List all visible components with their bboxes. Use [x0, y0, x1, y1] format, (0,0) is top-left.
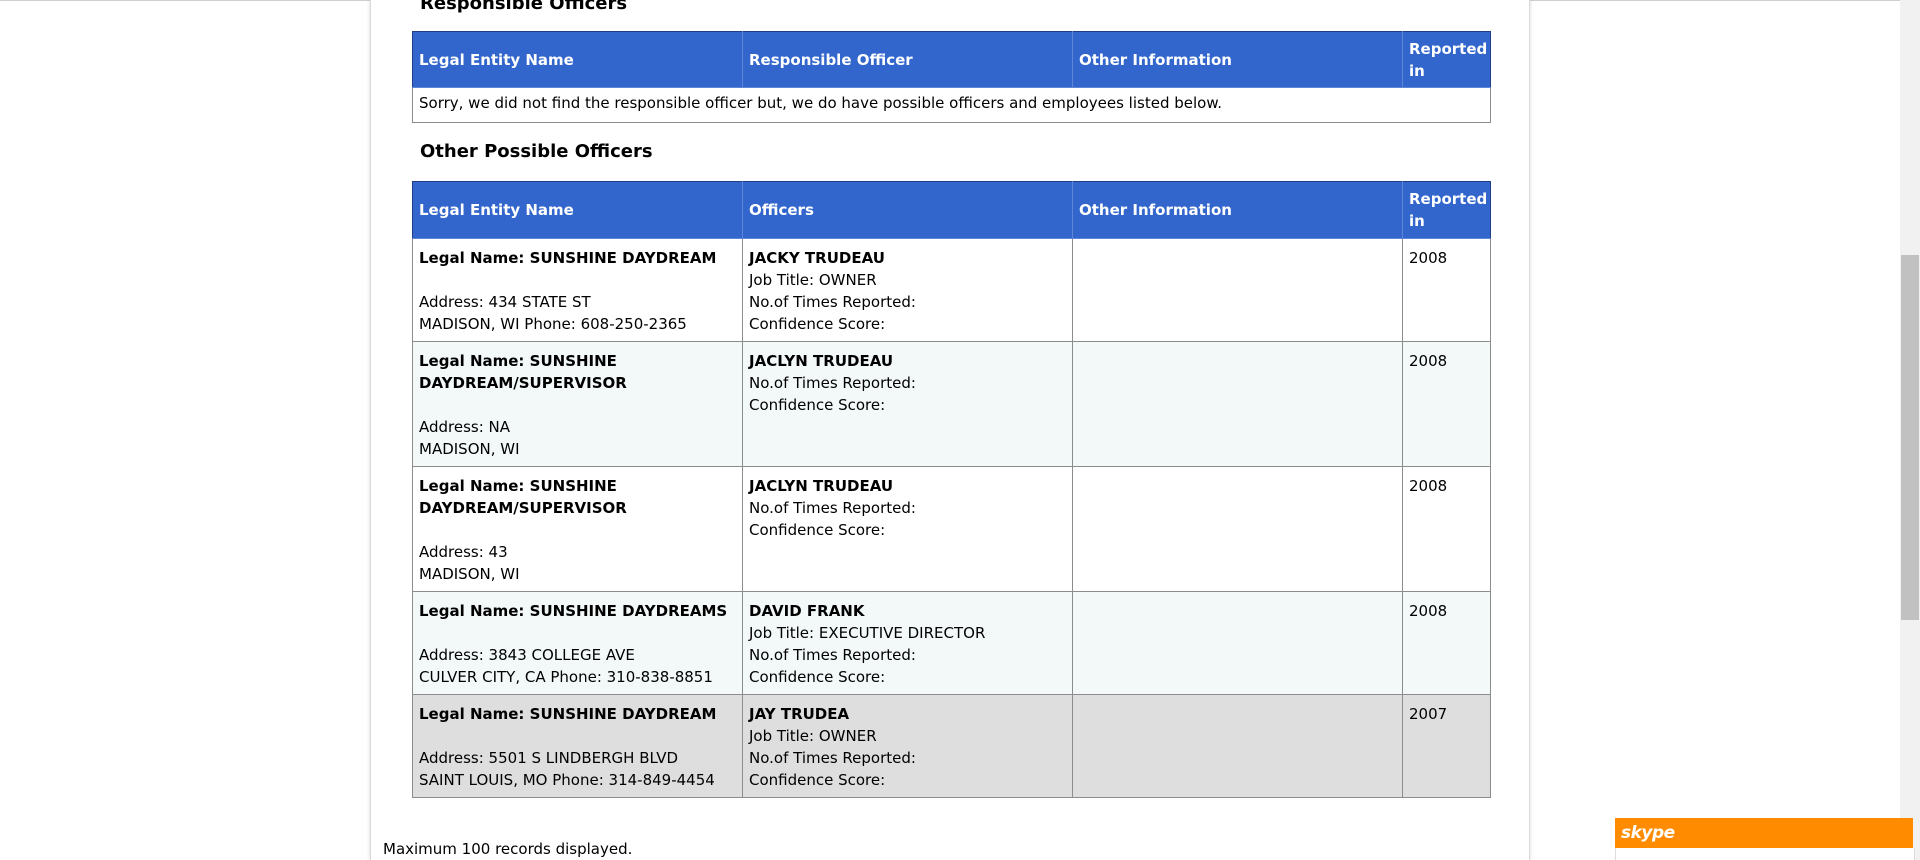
column-header-reported-in: Reported in: [1402, 31, 1491, 88]
column-header-other-information: Other Information: [1072, 31, 1403, 88]
legal-name: Legal Name: SUNSHINE DAYDREAMS: [419, 602, 728, 620]
address: Address: NA: [419, 418, 511, 436]
table-row: Sorry, we did not find the responsible o…: [412, 87, 1491, 123]
confidence-score: Confidence Score:: [749, 396, 886, 414]
city-phone: SAINT LOUIS, MO Phone: 314-849-4454: [419, 771, 715, 789]
column-header-reported-in: Reported in: [1402, 181, 1491, 239]
address: Address: 434 STATE ST: [419, 293, 591, 311]
skype-panel: [1615, 848, 1915, 860]
reported-in-cell: 2008: [1402, 466, 1491, 592]
column-header-legal-entity: Legal Entity Name: [412, 181, 743, 239]
officer-name: JACKY TRUDEAU: [749, 249, 885, 267]
other-information-cell: [1072, 694, 1403, 798]
legal-entity-cell: Legal Name: SUNSHINE DAYDREAM/SUPERVISOR…: [412, 466, 743, 592]
officer-name: JACLYN TRUDEAU: [749, 477, 894, 495]
job-title: Job Title: EXECUTIVE DIRECTOR: [749, 624, 986, 642]
skype-logo-icon: skype: [1621, 823, 1675, 843]
city-phone: MADISON, WI Phone: 608-250-2365: [419, 315, 687, 333]
other-possible-officers-table: Legal Entity Name Officers Other Informa…: [412, 181, 1491, 798]
table-row: Legal Name: SUNSHINE DAYDREAM Address: 4…: [412, 238, 1491, 342]
responsible-officers-title: Responsible Officers: [420, 0, 628, 14]
city-phone: CULVER CITY, CA Phone: 310-838-8851: [419, 668, 713, 686]
legal-entity-cell: Legal Name: SUNSHINE DAYDREAM Address: 4…: [412, 238, 743, 342]
officer-cell: JACLYN TRUDEAU No.of Times Reported: Con…: [742, 466, 1073, 592]
scrollbar-thumb[interactable]: [1901, 255, 1919, 620]
reported-in-cell: 2008: [1402, 238, 1491, 342]
legal-entity-cell: Legal Name: SUNSHINE DAYDREAMS Address: …: [412, 591, 743, 695]
table-header-row: Legal Entity Name Responsible Officer Ot…: [412, 31, 1491, 88]
times-reported: No.of Times Reported:: [749, 646, 916, 664]
page: Responsible Officers Legal Entity Name R…: [0, 0, 1920, 860]
table-header-row: Legal Entity Name Officers Other Informa…: [412, 181, 1491, 239]
column-header-responsible-officer: Responsible Officer: [742, 31, 1073, 88]
city-phone: MADISON, WI: [419, 440, 520, 458]
officer-name: JAY TRUDEA: [749, 705, 850, 723]
reported-in-cell: 2008: [1402, 591, 1491, 695]
officer-cell: JACKY TRUDEAU Job Title: OWNER No.of Tim…: [742, 238, 1073, 342]
times-reported: No.of Times Reported:: [749, 293, 916, 311]
column-header-legal-entity: Legal Entity Name: [412, 31, 743, 88]
confidence-score: Confidence Score:: [749, 668, 886, 686]
confidence-score: Confidence Score:: [749, 315, 886, 333]
officer-cell: DAVID FRANK Job Title: EXECUTIVE DIRECTO…: [742, 591, 1073, 695]
job-title: Job Title: OWNER: [749, 727, 877, 745]
other-information-cell: [1072, 341, 1403, 467]
officer-name: DAVID FRANK: [749, 602, 865, 620]
table-row: Legal Name: SUNSHINE DAYDREAM/SUPERVISOR…: [412, 341, 1491, 467]
times-reported: No.of Times Reported:: [749, 499, 916, 517]
responsible-officers-table: Legal Entity Name Responsible Officer Ot…: [412, 31, 1491, 123]
other-information-cell: [1072, 238, 1403, 342]
officer-cell: JAY TRUDEA Job Title: OWNER No.of Times …: [742, 694, 1073, 798]
max-records-note: Maximum 100 records displayed.: [383, 840, 633, 858]
column-header-officers: Officers: [742, 181, 1073, 239]
legal-name: Legal Name: SUNSHINE DAYDREAM/SUPERVISOR: [419, 352, 627, 392]
table-row: Legal Name: SUNSHINE DAYDREAM Address: 5…: [412, 694, 1491, 798]
no-responsible-officer-message: Sorry, we did not find the responsible o…: [412, 87, 1491, 123]
officer-cell: JACLYN TRUDEAU No.of Times Reported: Con…: [742, 341, 1073, 467]
reported-in-cell: 2008: [1402, 341, 1491, 467]
column-header-other-information: Other Information: [1072, 181, 1403, 239]
legal-name: Legal Name: SUNSHINE DAYDREAM: [419, 249, 717, 267]
legal-entity-cell: Legal Name: SUNSHINE DAYDREAM/SUPERVISOR…: [412, 341, 743, 467]
confidence-score: Confidence Score:: [749, 521, 886, 539]
legal-entity-cell: Legal Name: SUNSHINE DAYDREAM Address: 5…: [412, 694, 743, 798]
times-reported: No.of Times Reported:: [749, 749, 916, 767]
times-reported: No.of Times Reported:: [749, 374, 916, 392]
job-title: Job Title: OWNER: [749, 271, 877, 289]
legal-name: Legal Name: SUNSHINE DAYDREAM: [419, 705, 717, 723]
address: Address: 5501 S LINDBERGH BLVD: [419, 749, 679, 767]
confidence-score: Confidence Score:: [749, 771, 886, 789]
other-information-cell: [1072, 591, 1403, 695]
address: Address: 43: [419, 543, 508, 561]
skype-chat-bar[interactable]: skype: [1615, 818, 1913, 848]
city-phone: MADISON, WI: [419, 565, 520, 583]
other-information-cell: [1072, 466, 1403, 592]
other-possible-officers-title: Other Possible Officers: [420, 141, 653, 162]
address: Address: 3843 COLLEGE AVE: [419, 646, 635, 664]
table-row: Legal Name: SUNSHINE DAYDREAMS Address: …: [412, 591, 1491, 695]
reported-in-cell: 2007: [1402, 694, 1491, 798]
officer-name: JACLYN TRUDEAU: [749, 352, 894, 370]
table-row: Legal Name: SUNSHINE DAYDREAM/SUPERVISOR…: [412, 466, 1491, 592]
legal-name: Legal Name: SUNSHINE DAYDREAM/SUPERVISOR: [419, 477, 627, 517]
